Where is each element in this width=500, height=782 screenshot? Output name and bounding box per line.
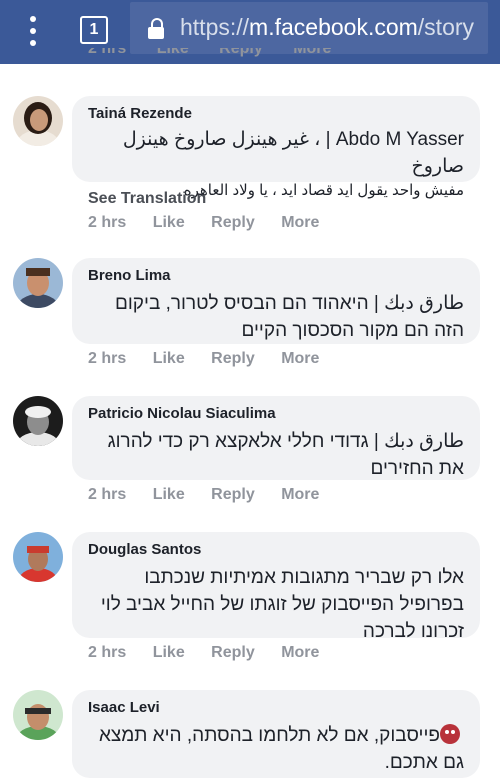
reply-button[interactable]: Reply	[211, 350, 255, 367]
more-button[interactable]: More	[281, 486, 319, 503]
comment-bubble: Patricio Nicolau Siaculima طارق دبك | גד…	[72, 396, 480, 480]
comment-author[interactable]: Douglas Santos	[88, 540, 464, 560]
comment-actions: 2 hrs Like Reply More	[88, 644, 341, 662]
comment-time: 2 hrs	[88, 214, 127, 231]
avatar[interactable]	[13, 396, 63, 446]
avatar[interactable]	[13, 96, 63, 146]
like-button[interactable]: Like	[153, 644, 185, 661]
comment-bubble: Tainá Rezende Abdo M Yasser | ، غير هينز…	[72, 96, 480, 199]
comment-text: פייסבוק, אם לא תלחמו בהסתה, היא תמצא גם …	[98, 724, 464, 773]
like-button[interactable]: Like	[153, 214, 185, 231]
like-button[interactable]: Like	[153, 486, 185, 503]
more-button[interactable]: More	[281, 214, 319, 231]
comment-author[interactable]: Breno Lima	[88, 266, 464, 286]
comment-bubble: Douglas Santos אלו רק שבריר מתגובות אמית…	[72, 532, 480, 642]
like-button[interactable]: Like	[153, 350, 185, 367]
comment-time: 2 hrs	[88, 644, 127, 661]
comment-author[interactable]: Patricio Nicolau Siaculima	[88, 404, 464, 424]
see-translation-link[interactable]: See Translation	[88, 190, 206, 208]
comment-text: طارق دبك | גדודי חללי אלאקצא רק כדי להרו…	[107, 431, 464, 479]
menu-dots-icon[interactable]	[26, 14, 40, 50]
url-text: https://m.facebook.com/story	[180, 14, 475, 40]
comment-bubble: Isaac Levi פייסבוק, אם לא תלחמו בהסתה, ה…	[72, 690, 480, 778]
reply-button[interactable]: Reply	[211, 644, 255, 661]
lock-icon	[148, 18, 164, 39]
devil-emoji-icon	[440, 724, 460, 744]
reply-button[interactable]: Reply	[211, 486, 255, 503]
comment-text: אלו רק שבריר מתגובות אמיתיות שנכתבו בפרו…	[100, 567, 464, 642]
more-button[interactable]: More	[281, 644, 319, 661]
avatar[interactable]	[13, 258, 63, 308]
comment-text: طارق دبك | היאהוד הם הבסיס לטרור, ביקום …	[114, 293, 464, 341]
tab-switcher-button[interactable]: 1	[80, 16, 108, 44]
comment-time: 2 hrs	[88, 350, 127, 367]
avatar[interactable]	[13, 690, 63, 740]
more-button[interactable]: More	[281, 350, 319, 367]
previous-comment-actions: 2 hrs Like Reply More	[88, 48, 332, 57]
comment-author[interactable]: Isaac Levi	[88, 698, 464, 718]
comment-actions: 2 hrs Like Reply More	[88, 486, 341, 504]
comment-author[interactable]: Tainá Rezende	[88, 104, 464, 124]
comment-text: Abdo M Yasser | ، غير هينزل صاروخ هينزل …	[122, 129, 464, 177]
avatar[interactable]	[13, 532, 63, 582]
url-bar[interactable]: https://m.facebook.com/story	[130, 2, 488, 54]
comment-time: 2 hrs	[88, 486, 127, 503]
reply-button[interactable]: Reply	[211, 214, 255, 231]
comment-bubble: Breno Lima طارق دبك | היאהוד הם הבסיס לט…	[72, 258, 480, 344]
comment-actions: 2 hrs Like Reply More	[88, 214, 341, 232]
comment-actions: 2 hrs Like Reply More	[88, 350, 341, 368]
